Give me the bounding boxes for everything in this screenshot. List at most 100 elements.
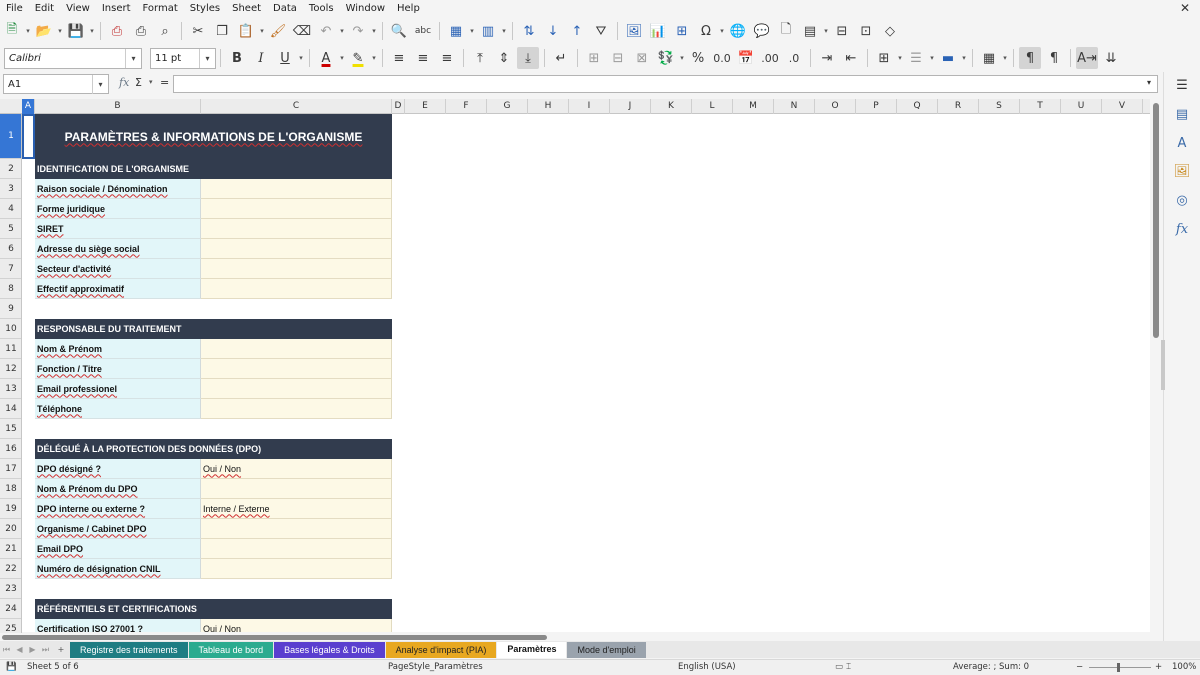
borders-icon[interactable]: ⊞ [873,47,895,69]
row-header[interactable]: 8 [0,279,21,299]
zoom-in-icon[interactable]: + [1155,662,1162,672]
expand-formula-bar-icon[interactable]: ▾ [1147,78,1151,87]
sidebar-menu-icon[interactable]: ☰ [1173,78,1191,96]
freeze-rows-columns-icon[interactable]: ⊟ [831,20,853,42]
text-direction-vertical-icon[interactable]: ⇊ [1100,47,1122,69]
column-header[interactable]: O [815,99,856,114]
menu-item[interactable]: Insert [96,3,137,14]
font-color-dropdown-icon[interactable]: ▾ [338,54,346,62]
functions-icon[interactable]: fx [1173,222,1191,240]
print-icon[interactable]: ⎙ [130,20,152,42]
sheet-tab[interactable]: Paramètres [497,641,567,658]
row-header[interactable]: 13 [0,379,21,399]
save-icon[interactable]: 💾 [65,20,87,42]
field-value[interactable] [201,279,392,299]
row-header[interactable]: 15 [0,419,21,439]
formula-input[interactable] [173,75,1158,93]
field-value[interactable] [201,239,392,259]
spelling-icon[interactable]: abc [412,20,434,42]
row-icon[interactable]: ▦ [445,20,467,42]
horizontal-scrollbar[interactable] [0,633,1160,641]
paste-dropdown-icon[interactable]: ▾ [258,27,266,35]
sort-descending-icon[interactable]: ↑ [566,20,588,42]
column-header[interactable]: I [569,99,610,114]
percent-format-icon[interactable]: % [687,47,709,69]
spreadsheet-grid[interactable]: PARAMÈTRES & INFORMATIONS DE L'ORGANISME… [22,114,1150,632]
next-sheet-icon[interactable]: ▶ [26,643,39,656]
row-header[interactable]: 3 [0,179,21,199]
gallery-icon[interactable]: 🖼 [1173,164,1191,182]
field-value[interactable] [201,559,392,579]
column-header[interactable]: F [446,99,487,114]
open-folder-icon[interactable]: 📂 [33,20,55,42]
last-sheet-icon[interactable]: ⏭ [39,643,52,656]
row-header[interactable]: 14 [0,399,21,419]
autofilter-icon[interactable]: ⛛ [590,20,612,42]
headers-footers-icon[interactable]: 🗋 [775,20,797,42]
styles-icon[interactable]: A [1173,136,1191,154]
new-dropdown-icon[interactable]: ▾ [24,27,32,35]
sidebar-collapse-handle[interactable] [1161,340,1165,390]
menu-item[interactable]: Window [340,3,391,14]
insert-chart-icon[interactable]: 📊 [647,20,669,42]
formula-equals-icon[interactable]: = [160,76,169,89]
row-header[interactable]: 25 [0,619,21,634]
underline-dropdown-icon[interactable]: ▾ [297,54,305,62]
special-character-icon[interactable]: Ω [695,20,717,42]
column-header[interactable]: B [35,99,201,114]
font-color-icon[interactable]: A [315,47,337,69]
italic-icon[interactable]: I [250,47,272,69]
field-value[interactable] [201,179,392,199]
field-value[interactable] [201,339,392,359]
merge-center-icon[interactable]: ⊞ [583,47,605,69]
field-value[interactable] [201,519,392,539]
menu-item[interactable]: Tools [303,3,340,14]
clear-formatting-icon[interactable]: ⌫ [291,20,313,42]
text-direction-horizontal-icon[interactable]: A⇥ [1076,47,1098,69]
merge-cells-icon[interactable]: ⊟ [607,47,629,69]
bold-icon[interactable]: B [226,47,248,69]
autosum-dropdown-icon[interactable]: ▾ [149,78,153,86]
paste-icon[interactable]: 📋 [235,20,257,42]
align-center-icon[interactable]: ≡ [412,47,434,69]
navigator-icon[interactable]: ◎ [1173,193,1191,211]
sheet-tab[interactable]: Bases légales & Droits [274,641,385,658]
borders-dropdown-icon[interactable]: ▾ [896,54,904,62]
clone-formatting-icon[interactable]: 🖌 [267,20,289,42]
row-header[interactable]: 5 [0,219,21,239]
column-header[interactable]: D [392,99,405,114]
row-header[interactable]: 10 [0,319,21,339]
currency-dropdown-icon[interactable]: ▾ [678,54,686,62]
unmerge-cells-icon[interactable]: ⊠ [631,47,653,69]
open-dropdown-icon[interactable]: ▾ [56,27,64,35]
field-value[interactable]: Oui / Non [201,619,392,632]
decrease-indent-icon[interactable]: ⇤ [840,47,862,69]
previous-sheet-icon[interactable]: ◀ [13,643,26,656]
column-header[interactable]: N [774,99,815,114]
undo-icon[interactable]: ↶ [315,20,337,42]
field-value[interactable] [201,199,392,219]
sort-ascending-icon[interactable]: ↓ [542,20,564,42]
field-value[interactable] [201,259,392,279]
align-left-icon[interactable]: ≡ [388,47,410,69]
column-header[interactable]: C [201,99,392,114]
pivot-table-icon[interactable]: ⊞ [671,20,693,42]
row-header[interactable]: 4 [0,199,21,219]
sheet-tab[interactable]: Analyse d'impact (PIA) [385,641,497,658]
font-size-dropdown-icon[interactable]: ▾ [199,48,215,68]
column-header[interactable]: Q [897,99,938,114]
font-size-box[interactable]: 11 pt ▾ [150,47,216,69]
row-header[interactable]: 17 [0,459,21,479]
date-format-icon[interactable]: 📅 [735,47,757,69]
increase-indent-icon[interactable]: ⇥ [816,47,838,69]
zoom-out-icon[interactable]: − [1076,662,1083,672]
field-value[interactable]: Interne / Externe [201,499,392,519]
row-header[interactable]: 18 [0,479,21,499]
conditional-dropdown-icon[interactable]: ▾ [1001,54,1009,62]
column-header[interactable]: P [856,99,897,114]
row-header[interactable]: 21 [0,539,21,559]
menu-item[interactable]: Data [267,3,303,14]
define-print-area-icon[interactable]: ▤ [799,20,821,42]
print-preview-icon[interactable]: ⌕ [154,20,176,42]
function-wizard-icon[interactable]: fx [119,76,129,89]
